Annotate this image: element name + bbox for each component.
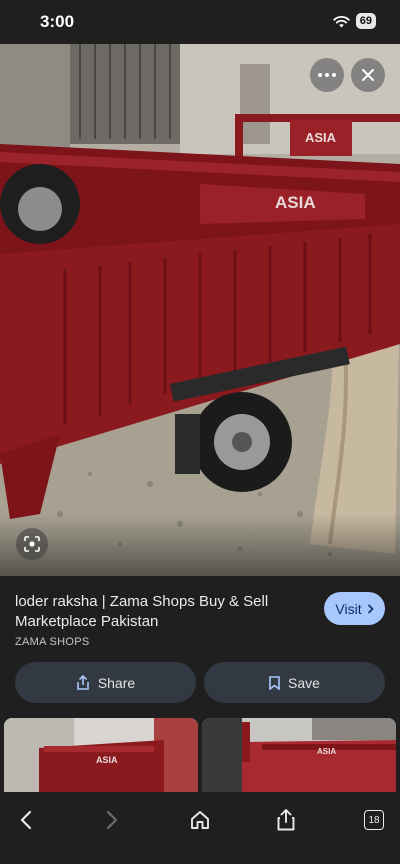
share-icon xyxy=(277,809,295,831)
chevron-right-icon xyxy=(367,603,374,614)
back-button[interactable] xyxy=(6,800,46,840)
tabs-button[interactable]: 18 xyxy=(354,800,394,840)
related-image-2[interactable]: ASIA xyxy=(202,718,396,792)
chevron-left-icon xyxy=(20,810,32,830)
home-icon xyxy=(191,811,209,829)
home-button[interactable] xyxy=(180,800,220,840)
cab-brand-label: ASIA xyxy=(305,130,337,145)
result-source: ZAMA SHOPS xyxy=(15,636,90,648)
lens-icon xyxy=(24,536,40,552)
related-image-1[interactable]: ASIA xyxy=(4,718,198,792)
result-title[interactable]: loder raksha | Zama Shops Buy & Sell Mar… xyxy=(15,592,305,632)
forward-button[interactable] xyxy=(92,800,132,840)
thumb2-brand-label: ASIA xyxy=(317,747,336,756)
close-icon xyxy=(362,69,374,81)
chevron-right-icon xyxy=(106,810,118,830)
browser-toolbar: 18 xyxy=(0,792,400,864)
lens-search-button[interactable] xyxy=(16,528,48,560)
share-page-button[interactable] xyxy=(266,800,306,840)
share-icon xyxy=(77,675,89,690)
close-button[interactable] xyxy=(351,58,385,92)
bookmark-icon xyxy=(269,675,280,690)
visit-button[interactable]: Visit xyxy=(324,592,385,625)
battery-indicator: 69 xyxy=(355,13,376,29)
status-icons: 69 xyxy=(333,13,376,29)
truck-brand-label: ASIA xyxy=(275,193,316,212)
more-options-button[interactable] xyxy=(310,58,344,92)
share-label: Share xyxy=(97,674,136,691)
visit-label: Visit xyxy=(335,600,362,617)
thumbnail-rickshaw-1: ASIA xyxy=(4,718,198,792)
tab-count: 18 xyxy=(364,810,384,830)
loader-rickshaw-photo: ASIA ASIA xyxy=(0,44,400,576)
save-button[interactable]: Save xyxy=(204,662,385,703)
wifi-icon xyxy=(333,15,350,27)
status-bar: 3:00 69 xyxy=(0,0,400,44)
thumbnail-rickshaw-2: ASIA xyxy=(202,718,396,792)
status-time: 3:00 xyxy=(40,12,75,31)
thumb1-brand-label: ASIA xyxy=(96,755,118,765)
hero-image[interactable]: ASIA ASIA xyxy=(0,44,400,576)
result-info-panel: loder raksha | Zama Shops Buy & Sell Mar… xyxy=(0,576,400,718)
share-button[interactable]: Share xyxy=(15,662,196,703)
related-images: ASIA ASIA xyxy=(0,718,400,792)
more-horizontal-icon xyxy=(318,73,336,77)
save-label: Save xyxy=(288,674,320,691)
